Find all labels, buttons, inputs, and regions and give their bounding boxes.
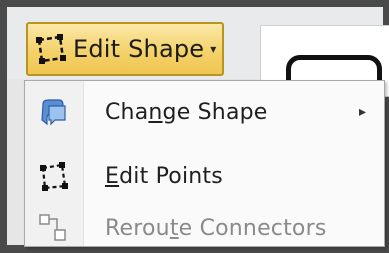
submenu-arrow-icon: ▸	[358, 104, 366, 120]
reroute-connectors-icon	[39, 214, 66, 241]
edit-shape-dropdown-menu: Change Shape ▸ Edit Points Reroute Conne…	[24, 80, 385, 247]
menu-item-label: Change Shape	[105, 99, 268, 125]
edit-points-icon	[40, 162, 68, 191]
edit-shape-button[interactable]: Edit Shape ▾	[26, 22, 224, 76]
edit-shape-icon	[36, 34, 66, 64]
menu-item-reroute-connectors[interactable]: Reroute Connectors	[25, 203, 384, 253]
menu-item-change-shape[interactable]: Change Shape ▸	[25, 87, 384, 137]
menu-item-label: Reroute Connectors	[105, 215, 327, 241]
change-shape-icon	[41, 99, 66, 126]
menu-item-label: Edit Points	[105, 163, 223, 189]
edit-shape-label: Edit Shape	[73, 35, 205, 63]
chevron-down-icon: ▾	[210, 42, 217, 56]
menu-item-edit-points[interactable]: Edit Points	[25, 151, 384, 201]
